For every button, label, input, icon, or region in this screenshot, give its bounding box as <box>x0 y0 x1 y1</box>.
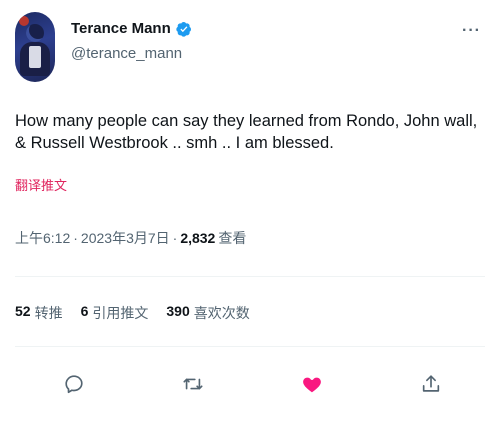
more-icon[interactable]: ··· <box>462 22 481 40</box>
retweet-icon <box>183 378 203 390</box>
tweet: Terance Mann @terance_mann ··· How many … <box>0 0 500 440</box>
author-handle[interactable]: @terance_mann <box>71 45 192 62</box>
translate-link[interactable]: 翻译推文 <box>15 175 67 194</box>
retweets-label: 转推 <box>34 305 63 321</box>
avatar[interactable] <box>15 12 55 82</box>
views-count: 2,832 <box>180 230 216 246</box>
author-display-name[interactable]: Terance Mann <box>71 20 171 37</box>
quotes-count: 6 <box>80 303 89 319</box>
verified-icon <box>176 21 191 37</box>
retweets-stat[interactable]: 52 转推 <box>15 303 63 323</box>
quotes-stat[interactable]: 6 引用推文 <box>81 303 149 323</box>
action-bar <box>0 370 500 400</box>
tweet-header: Terance Mann @terance_mann ··· <box>15 12 485 82</box>
author-names: Terance Mann @terance_mann <box>71 20 192 62</box>
tweet-text: How many people can say they learned fro… <box>15 112 478 152</box>
likes-stat[interactable]: 390 喜欢次数 <box>166 303 249 323</box>
like-button[interactable] <box>298 370 326 398</box>
tweet-date[interactable]: 2023年3月7日 <box>81 228 170 248</box>
quotes-label: 引用推文 <box>92 305 149 321</box>
reply-button[interactable] <box>60 370 88 398</box>
likes-count: 390 <box>166 303 190 319</box>
meta-separator: · <box>172 230 178 246</box>
like-icon <box>303 377 321 393</box>
reply-icon <box>65 375 83 394</box>
retweets-count: 52 <box>15 303 31 319</box>
tweet-time[interactable]: 上午6:12 <box>15 228 70 248</box>
views-label: 查看 <box>218 230 247 246</box>
tweet-meta: 上午6:12 · 2023年3月7日 · 2,832 查看 <box>15 228 246 248</box>
engagement-stats: 52 转推 6 引用推文 390 喜欢次数 <box>15 303 250 323</box>
divider <box>15 346 485 347</box>
share-icon <box>422 375 440 392</box>
share-button[interactable] <box>417 370 445 398</box>
retweet-button[interactable] <box>179 370 207 398</box>
likes-label: 喜欢次数 <box>193 305 250 321</box>
meta-separator: · <box>73 230 78 246</box>
divider <box>15 276 485 277</box>
